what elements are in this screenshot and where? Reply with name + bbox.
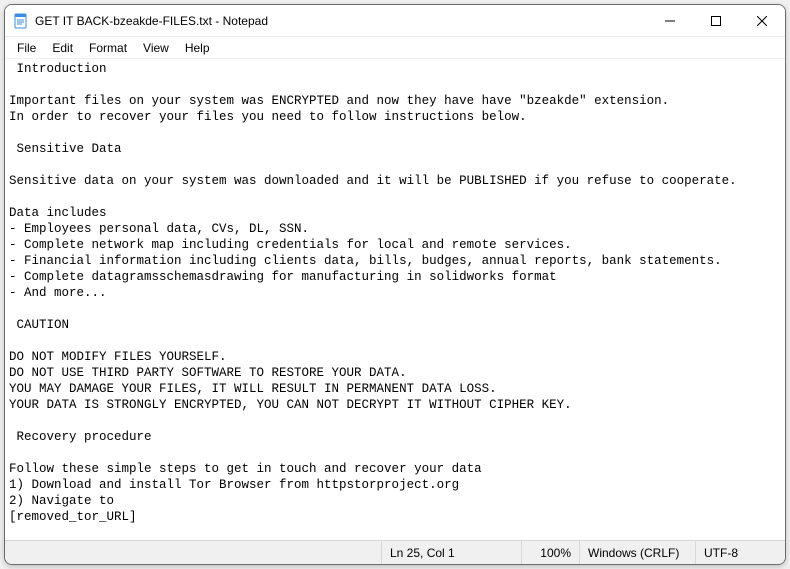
status-encoding: UTF-8 (695, 541, 785, 564)
menu-edit[interactable]: Edit (44, 39, 81, 57)
titlebar-left: GET IT BACK-bzeakde-FILES.txt - Notepad (5, 13, 647, 29)
maximize-icon (711, 16, 721, 26)
menu-file[interactable]: File (9, 39, 44, 57)
window-controls (647, 5, 785, 37)
notepad-window: GET IT BACK-bzeakde-FILES.txt - Notepad … (4, 4, 786, 565)
menu-format[interactable]: Format (81, 39, 135, 57)
editor-pane: Introduction Important files on your sys… (5, 59, 785, 540)
statusbar: Ln 25, Col 1 100% Windows (CRLF) UTF-8 (5, 540, 785, 564)
window-title: GET IT BACK-bzeakde-FILES.txt - Notepad (35, 14, 268, 28)
status-zoom: 100% (521, 541, 579, 564)
close-icon (757, 16, 767, 26)
close-button[interactable] (739, 5, 785, 37)
minimize-icon (665, 16, 675, 26)
menubar: File Edit Format View Help (5, 37, 785, 59)
editor-text-area[interactable]: Introduction Important files on your sys… (5, 59, 785, 540)
titlebar: GET IT BACK-bzeakde-FILES.txt - Notepad (5, 5, 785, 37)
menu-help[interactable]: Help (177, 39, 218, 57)
status-position: Ln 25, Col 1 (381, 541, 521, 564)
minimize-button[interactable] (647, 5, 693, 37)
status-spacer (5, 541, 381, 564)
menu-view[interactable]: View (135, 39, 177, 57)
notepad-icon (13, 13, 29, 29)
status-eol: Windows (CRLF) (579, 541, 695, 564)
maximize-button[interactable] (693, 5, 739, 37)
